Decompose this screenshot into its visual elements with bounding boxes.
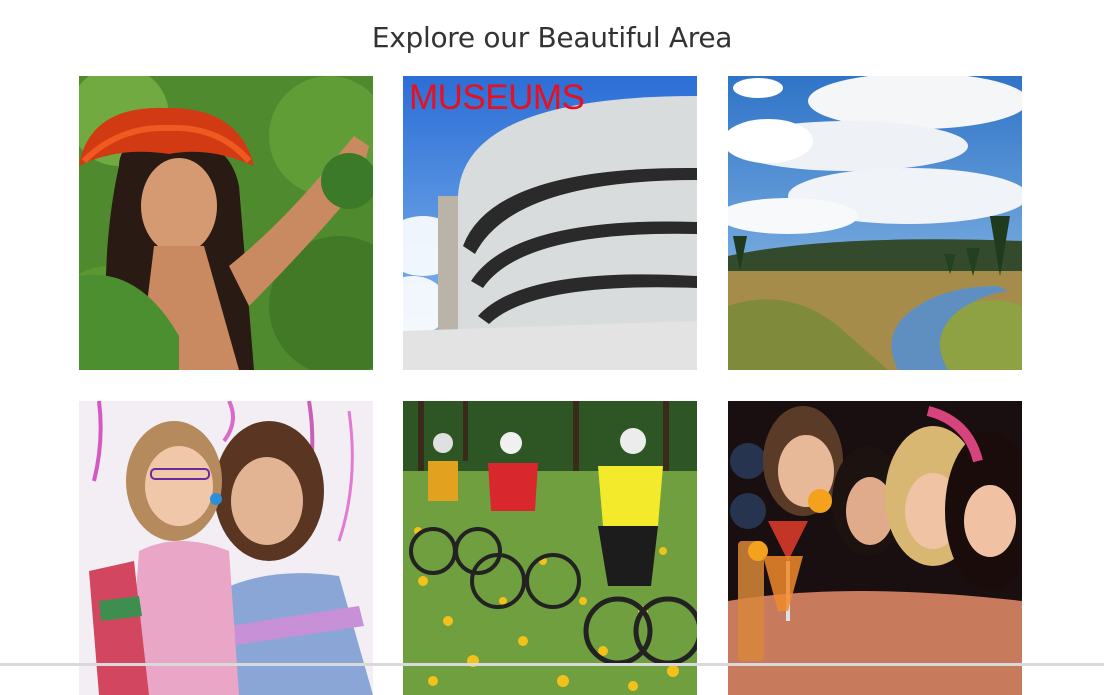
- museum-building-image: [403, 76, 697, 370]
- hula-dancer-image: [79, 76, 373, 370]
- tile-family-photobooth[interactable]: [79, 401, 373, 695]
- tile-river-meadow[interactable]: [728, 76, 1022, 370]
- tile-mountain-biking[interactable]: [403, 401, 697, 695]
- mountain-biking-image: [403, 401, 697, 695]
- museums-label: MUSEUMS: [409, 78, 585, 117]
- river-meadow-image: [728, 76, 1022, 370]
- tile-hula-dancer[interactable]: [79, 76, 373, 370]
- tile-nightlife-drinks[interactable]: [728, 401, 1022, 695]
- tile-museums[interactable]: MUSEUMS: [403, 76, 697, 370]
- nightlife-drinks-image: [728, 401, 1022, 695]
- page-title: Explore our Beautiful Area: [371, 20, 733, 54]
- family-photobooth-image: [79, 401, 373, 695]
